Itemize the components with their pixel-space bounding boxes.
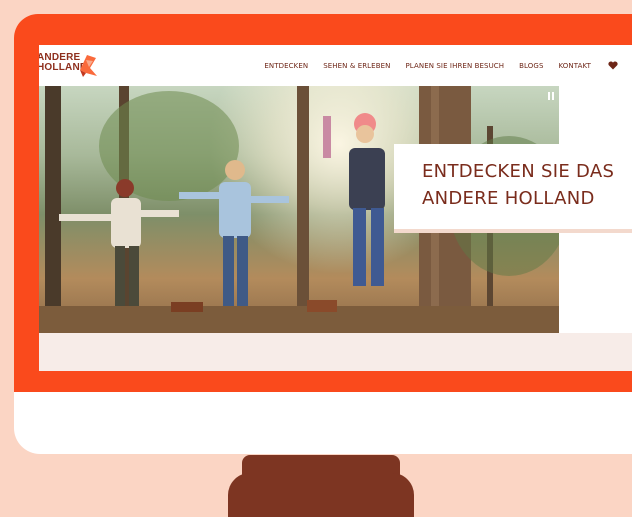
hero-heading: ENTDECKEN SIE DAS ANDERE HOLLAND: [422, 158, 632, 212]
hero-headline-card: ENTDECKEN SIE DAS ANDERE HOLLAND: [394, 144, 632, 230]
nav-item-kontakt[interactable]: KONTAKT: [559, 62, 592, 70]
site-header: ANDERE HOLLAND ENTDECKEN SEHEN & ERLEBEN…: [39, 45, 632, 86]
pause-icon[interactable]: [547, 92, 555, 100]
hero-card-accent: [394, 229, 632, 233]
content-band: [39, 333, 632, 371]
nav-item-sehen-erleben[interactable]: SEHEN & ERLEBEN: [323, 62, 390, 70]
monitor-chin: [14, 392, 632, 454]
heart-icon[interactable]: [608, 61, 618, 70]
monitor-stand: [228, 455, 414, 517]
logo-mark-icon: [80, 55, 97, 77]
website-screen: ANDERE HOLLAND ENTDECKEN SEHEN & ERLEBEN…: [39, 45, 632, 371]
nav-item-blogs[interactable]: BLOGS: [519, 62, 543, 70]
nav-item-entdecken[interactable]: ENTDECKEN: [264, 62, 308, 70]
child-right: [307, 113, 385, 312]
main-nav: ENTDECKEN SEHEN & ERLEBEN PLANEN SIE IHR…: [264, 45, 618, 86]
hero-heading-line2: ANDERE HOLLAND: [422, 188, 595, 209]
hero-heading-line1: ENTDECKEN SIE DAS: [422, 161, 615, 182]
nav-item-planen[interactable]: PLANEN SIE IHREN BESUCH: [405, 62, 504, 70]
